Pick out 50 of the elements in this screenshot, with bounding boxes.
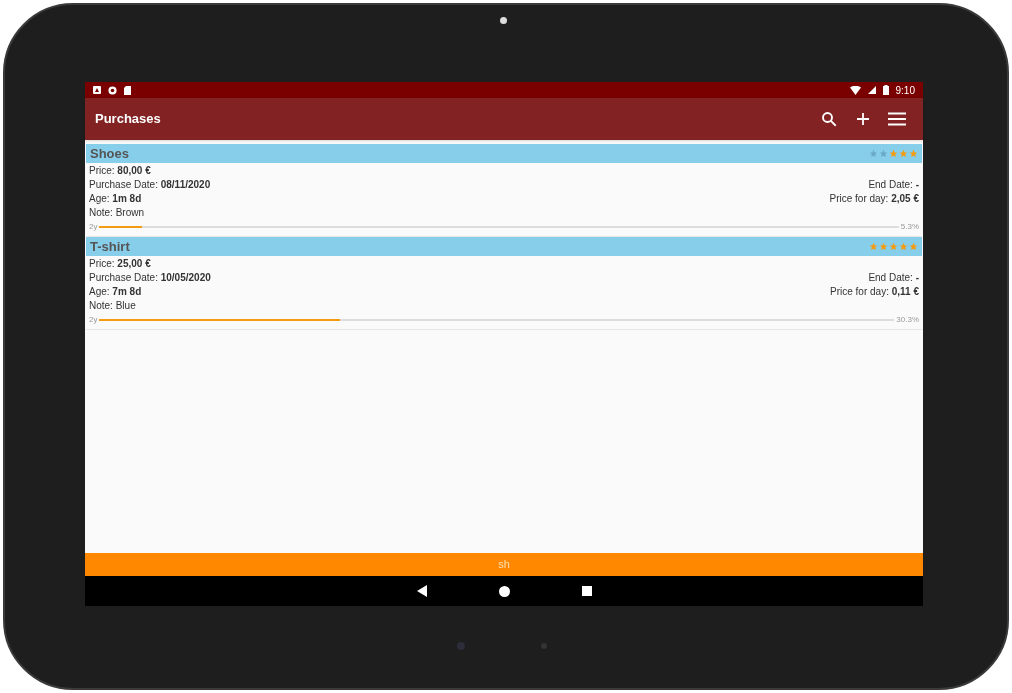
- purchase-card[interactable]: T-shirt Price: 25,00 € Purchase Date: 10/05/2020 End Date: - Age: 7m 8d Price for day: 0,11 € Note: Blue 2y 30.3%: [86, 237, 922, 330]
- record-icon: [108, 85, 117, 95]
- back-button[interactable]: [416, 585, 427, 597]
- plus-icon: [857, 113, 869, 125]
- percent-label: 5.3%: [900, 221, 919, 233]
- home-icon: [498, 585, 510, 597]
- range-label: 2y: [89, 221, 98, 233]
- star-icon: [869, 149, 878, 158]
- star-icon: [889, 149, 898, 158]
- range-label: 2y: [89, 314, 98, 326]
- end-date-text: End Date: -: [868, 271, 919, 285]
- menu-icon: [888, 112, 906, 126]
- notification-icon: [93, 86, 101, 94]
- star-icon: [879, 242, 888, 251]
- star-icon: [899, 242, 908, 251]
- wifi-icon: [849, 85, 861, 95]
- price-per-day-text: Price for day: 2,05 €: [829, 192, 919, 206]
- price-text: Price: 25,00 €: [89, 258, 151, 269]
- percent-label: 30.3%: [896, 314, 919, 326]
- signal-icon: [867, 86, 876, 94]
- star-icon: [889, 242, 898, 251]
- age-text: Age: 1m 8d: [89, 192, 142, 206]
- sensor-icon: [457, 642, 465, 650]
- age-text: Age: 7m 8d: [89, 285, 142, 299]
- price-per-day-text: Price for day: 0,11 €: [830, 285, 919, 299]
- recents-icon: [581, 586, 592, 596]
- camera-icon: [500, 17, 507, 24]
- search-icon: [820, 110, 838, 128]
- home-button[interactable]: [498, 585, 510, 597]
- battery-icon: [882, 85, 889, 95]
- sd-card-icon: [124, 85, 131, 95]
- price-text: Price: 80,00 €: [89, 165, 151, 176]
- recents-button[interactable]: [581, 586, 592, 596]
- app-title: Purchases: [95, 110, 161, 129]
- note-text: Note: Blue: [89, 300, 136, 311]
- purchase-date-text: Purchase Date: 08/11/2020: [89, 178, 211, 192]
- star-icon: [869, 242, 878, 251]
- item-name: T-shirt: [90, 237, 130, 256]
- star-icon: [899, 149, 908, 158]
- star-icon: [909, 242, 918, 251]
- star-icon: [909, 149, 918, 158]
- purchase-date-text: Purchase Date: 10/05/2020: [89, 271, 211, 285]
- footer-text: sh: [498, 557, 510, 573]
- star-icon: [879, 149, 888, 158]
- note-text: Note: Brown: [89, 207, 145, 218]
- back-icon: [416, 585, 427, 597]
- end-date-text: End Date: -: [868, 178, 919, 192]
- clock: 9:10: [895, 83, 915, 98]
- purchase-card[interactable]: Shoes Price: 80,00 € Purchase Date: 08/11/2020 End Date: - Age: 1m 8d Price for day: 2,05 € Note: Brown 2y 5.3%: [86, 144, 922, 237]
- item-name: Shoes: [90, 144, 129, 163]
